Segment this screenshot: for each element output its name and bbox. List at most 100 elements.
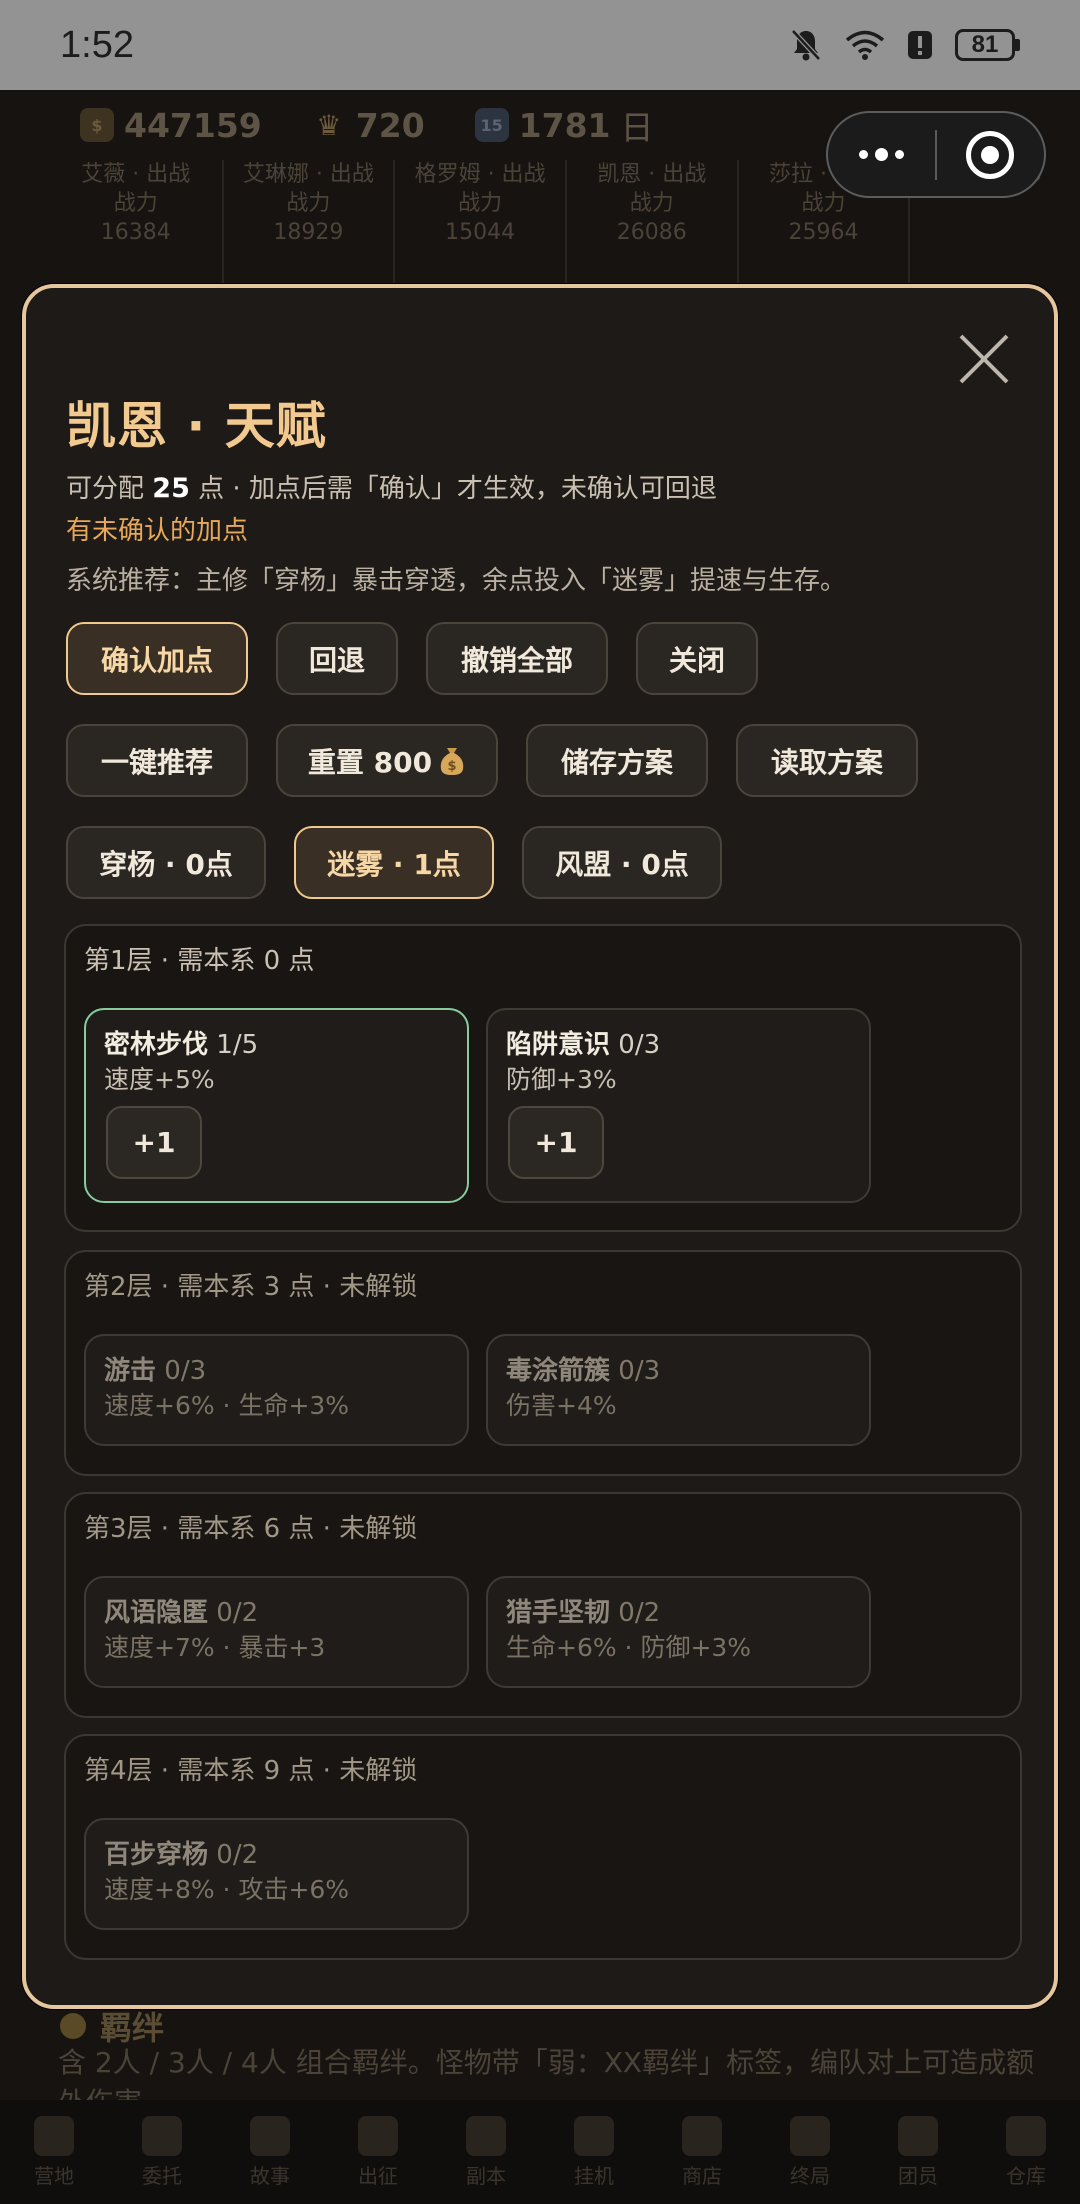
tier-label: 第3层 · 需本系 6 点 · 未解锁 [84, 1514, 418, 1544]
more-icon [859, 148, 904, 161]
talent-effect: 速度+8% · 攻击+6% [104, 1875, 350, 1904]
crown-counter: ♛ 720 [312, 105, 425, 145]
map-icon [574, 2115, 614, 2156]
battery-indicator: 81 [955, 29, 1020, 61]
castle-icon [466, 2115, 506, 2156]
modal-title: 凯恩 · 天赋 [66, 397, 327, 455]
exit-button[interactable] [937, 113, 1044, 196]
talent-effect: 速度+5% [104, 1065, 215, 1094]
more-button[interactable] [828, 113, 935, 196]
talent-name: 密林步伐 [104, 1030, 209, 1060]
talent-level: 0/3 [164, 1356, 207, 1386]
hero-power: 16384 [100, 220, 171, 245]
add-point-button[interactable]: +1 [106, 1106, 202, 1179]
tier-1: 第1层 · 需本系 0 点 密林步伐 1/5 速度+5% +1 陷阱意识 0/3… [64, 924, 1022, 1232]
hero-power: 18929 [273, 220, 344, 245]
talent-level: 0/2 [216, 1598, 259, 1628]
nav-label: 故事 [250, 2163, 290, 2188]
hero-power-label: 战力 [458, 191, 503, 216]
close-button[interactable] [948, 323, 1020, 395]
add-point-button[interactable]: +1 [508, 1106, 604, 1179]
hero-card[interactable]: 艾薇 · 出战 战力 16384 [50, 160, 222, 290]
tab-fengmeng[interactable]: 风盟 · 0点 [522, 826, 722, 899]
hero-power-label: 战力 [629, 191, 674, 216]
talent-effect: 生命+6% · 防御+3% [506, 1633, 752, 1662]
gold-value: 447159 [124, 105, 262, 145]
cancel-all-button[interactable]: 撤销全部 [426, 622, 608, 695]
load-plan-button[interactable]: 读取方案 [736, 724, 918, 797]
tier-label: 第4层 · 需本系 9 点 · 未解锁 [84, 1756, 418, 1786]
nav-endgame[interactable]: 终局 [790, 2115, 830, 2189]
talent-title: 百步穿杨 0/2 [104, 1834, 258, 1871]
target-icon [966, 130, 1015, 179]
miniprogram-capsule [826, 111, 1046, 198]
tier-2: 第2层 · 需本系 3 点 · 未解锁 游击 0/3 速度+6% · 生命+3%… [64, 1250, 1022, 1476]
battery-tip [1015, 39, 1020, 51]
nav-label: 终局 [790, 2163, 830, 2188]
nav-label: 商店 [682, 2163, 722, 2188]
day-unit: 日 [620, 108, 654, 147]
confirm-button[interactable]: 确认加点 [66, 622, 248, 695]
money-bag-icon: $ [440, 747, 464, 775]
hero-power: 15044 [445, 220, 516, 245]
crown-value: 720 [355, 105, 425, 145]
hero-name: 格罗姆 · 出战 [414, 162, 546, 187]
recommendation-text: 系统推荐：主修「穿杨」暴击穿透，余点投入「迷雾」提速与生存。 [66, 566, 847, 596]
nav-story[interactable]: 故事 [250, 2115, 290, 2189]
bottom-nav: 营地 委托 故事 出征 副本 挂机 商店 终局 团员 仓库 [0, 2100, 1080, 2204]
talent-name: 陷阱意识 [506, 1030, 611, 1060]
hero-power-label: 战力 [286, 191, 331, 216]
undo-button[interactable]: 回退 [276, 622, 398, 695]
nav-commission[interactable]: 委托 [142, 2115, 182, 2189]
hero-power: 26086 [616, 220, 687, 245]
hero-card[interactable]: 艾琳娜 · 出战 战力 18929 [221, 160, 394, 290]
book-icon [250, 2115, 290, 2156]
alert-icon [908, 31, 932, 59]
nav-dungeon[interactable]: 副本 [466, 2115, 506, 2189]
talent-title: 游击 0/3 [104, 1350, 206, 1387]
talent-effect: 速度+7% · 暴击+3 [104, 1633, 326, 1662]
nav-camp[interactable]: 营地 [34, 2115, 74, 2189]
close-text-button[interactable]: 关闭 [636, 622, 758, 695]
hero-name: 凯恩 · 出战 [597, 162, 707, 187]
tower-icon [790, 2115, 830, 2156]
reset-button[interactable]: 重置 800 $ [276, 724, 498, 797]
gold-counter: $ 447159 [80, 106, 262, 145]
talent-name: 游击 [104, 1356, 157, 1386]
reset-label: 重置 800 [307, 745, 433, 779]
talent-title: 密林步伐 1/5 [104, 1024, 258, 1061]
status-time: 1:52 [60, 23, 134, 66]
nav-members[interactable]: 团员 [898, 2115, 938, 2189]
nav-shop[interactable]: 商店 [682, 2115, 722, 2189]
talent-card[interactable]: 陷阱意识 0/3 防御+3% +1 [486, 1008, 871, 1203]
tab-chuanyang[interactable]: 穿杨 · 0点 [66, 826, 266, 899]
talent-card: 游击 0/3 速度+6% · 生命+3% [84, 1334, 469, 1446]
nav-label: 仓库 [1006, 2163, 1046, 2188]
status-icons: 81 [789, 27, 1020, 63]
bell-muted-icon [791, 29, 821, 61]
status-bar: 1:52 81 [0, 0, 1080, 90]
talent-card[interactable]: 密林步伐 1/5 速度+5% +1 [84, 1008, 469, 1203]
nav-warehouse[interactable]: 仓库 [1006, 2115, 1046, 2189]
day-value: 1781 [518, 105, 611, 145]
action-row-2: 一键推荐 重置 800 $ 储存方案 读取方案 [66, 724, 918, 797]
shop-icon [682, 2115, 722, 2156]
nav-expedition[interactable]: 出征 [358, 2115, 398, 2189]
calendar-icon: 15 [474, 108, 509, 142]
talent-title: 猎手坚韧 0/2 [506, 1592, 660, 1629]
tab-miwu[interactable]: 迷雾 · 1点 [294, 826, 494, 899]
talent-effect: 速度+6% · 生命+3% [104, 1391, 350, 1420]
save-plan-button[interactable]: 储存方案 [526, 724, 708, 797]
nav-idle[interactable]: 挂机 [574, 2115, 614, 2189]
hero-card[interactable]: 凯恩 · 出战 战力 26086 [564, 160, 737, 290]
talent-level: 1/5 [216, 1030, 259, 1060]
tier-4: 第4层 · 需本系 9 点 · 未解锁 百步穿杨 0/2 速度+8% · 攻击+… [64, 1734, 1022, 1960]
nav-label: 出征 [358, 2163, 398, 2188]
close-icon [959, 334, 1009, 384]
nav-label: 营地 [34, 2163, 74, 2188]
talent-card: 猎手坚韧 0/2 生命+6% · 防御+3% [486, 1576, 871, 1688]
one-click-recommend-button[interactable]: 一键推荐 [66, 724, 248, 797]
talent-title: 陷阱意识 0/3 [506, 1024, 660, 1061]
hero-card[interactable]: 格罗姆 · 出战 战力 15044 [393, 160, 565, 290]
hero-name: 艾琳娜 · 出战 [242, 162, 374, 187]
